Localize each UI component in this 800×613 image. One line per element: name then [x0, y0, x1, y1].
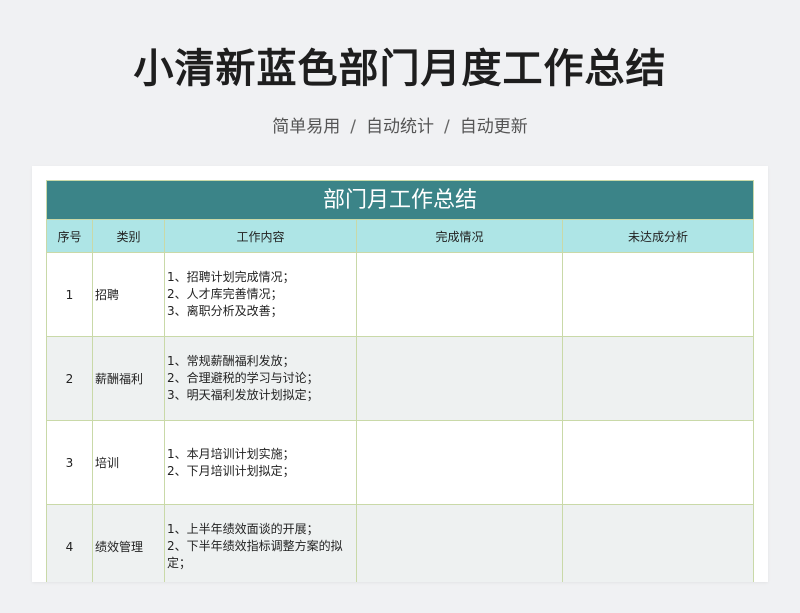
row-category[interactable]: 薪酬福利: [93, 337, 165, 421]
content-item: 2、下月培训计划拟定；: [167, 463, 295, 478]
spreadsheet-preview: 部门月工作总结 序号 类别 工作内容 完成情况 未达成分析 1 招聘 1、招聘计…: [32, 166, 768, 582]
row-number[interactable]: 4: [46, 505, 93, 582]
row-category[interactable]: 培训: [93, 421, 165, 505]
tag-auto-stats: 自动统计: [366, 117, 434, 137]
content-item: 2、合理避税的学习与讨论；: [167, 371, 319, 385]
table-row: 3 培训 1、本月培训计划实施； 2、下月培训计划拟定；: [46, 421, 754, 505]
table-banner: 部门月工作总结: [46, 180, 754, 220]
feature-tagline: 简单易用 / 自动统计 / 自动更新: [0, 112, 800, 137]
content-item: 定；: [167, 556, 192, 570]
row-content[interactable]: 1、本月培训计划实施； 2、下月培训计划拟定；: [165, 421, 357, 505]
column-header-gap-analysis: 未达成分析: [563, 220, 754, 253]
content-item: 1、常规薪酬福利发放；: [167, 354, 295, 368]
tag-separator: /: [350, 117, 356, 137]
row-category[interactable]: 招聘: [93, 253, 165, 337]
content-item: 1、招聘计划完成情况；: [167, 270, 295, 284]
content-item: 1、本月培训计划实施；: [167, 446, 295, 461]
column-header-no: 序号: [46, 220, 93, 253]
content-item: 2、人才库完善情况；: [167, 287, 283, 301]
row-status[interactable]: [357, 253, 563, 337]
row-content[interactable]: 1、上半年绩效面谈的开展； 2、下半年绩效指标调整方案的拟 定；: [165, 505, 357, 582]
row-number[interactable]: 3: [46, 421, 93, 505]
row-gap-analysis[interactable]: [563, 337, 754, 421]
content-item: 3、明天福利发放计划拟定；: [167, 388, 319, 402]
tag-separator: /: [444, 117, 450, 137]
content-item: 1、上半年绩效面谈的开展；: [167, 522, 319, 536]
row-status[interactable]: [357, 505, 563, 582]
summary-table: 部门月工作总结 序号 类别 工作内容 完成情况 未达成分析 1 招聘 1、招聘计…: [46, 180, 754, 582]
row-content[interactable]: 1、招聘计划完成情况； 2、人才库完善情况； 3、离职分析及改善；: [165, 253, 357, 337]
row-gap-analysis[interactable]: [563, 253, 754, 337]
tag-auto-update: 自动更新: [459, 117, 528, 137]
column-header-category: 类别: [93, 220, 165, 253]
content-item: 2、下半年绩效指标调整方案的拟: [167, 539, 343, 553]
table-row: 1 招聘 1、招聘计划完成情况； 2、人才库完善情况； 3、离职分析及改善；: [46, 253, 754, 337]
column-header-status: 完成情况: [357, 220, 563, 253]
tag-easy-to-use: 简单易用: [272, 117, 341, 137]
table-row: 4 绩效管理 1、上半年绩效面谈的开展； 2、下半年绩效指标调整方案的拟 定；: [46, 505, 754, 582]
content-item: 3、离职分析及改善；: [167, 304, 283, 318]
table-row: 2 薪酬福利 1、常规薪酬福利发放； 2、合理避税的学习与讨论； 3、明天福利发…: [46, 337, 754, 421]
page-title: 小清新蓝色部门月度工作总结: [133, 46, 667, 92]
row-number[interactable]: 1: [46, 253, 93, 337]
row-status[interactable]: [357, 337, 563, 421]
row-gap-analysis[interactable]: [563, 421, 754, 505]
row-gap-analysis[interactable]: [563, 505, 754, 582]
row-content[interactable]: 1、常规薪酬福利发放； 2、合理避税的学习与讨论； 3、明天福利发放计划拟定；: [165, 337, 357, 421]
table-header-row: 序号 类别 工作内容 完成情况 未达成分析: [46, 220, 754, 253]
row-status[interactable]: [357, 421, 563, 505]
row-number[interactable]: 2: [46, 337, 93, 421]
column-header-content: 工作内容: [165, 220, 357, 253]
row-category[interactable]: 绩效管理: [93, 505, 165, 582]
